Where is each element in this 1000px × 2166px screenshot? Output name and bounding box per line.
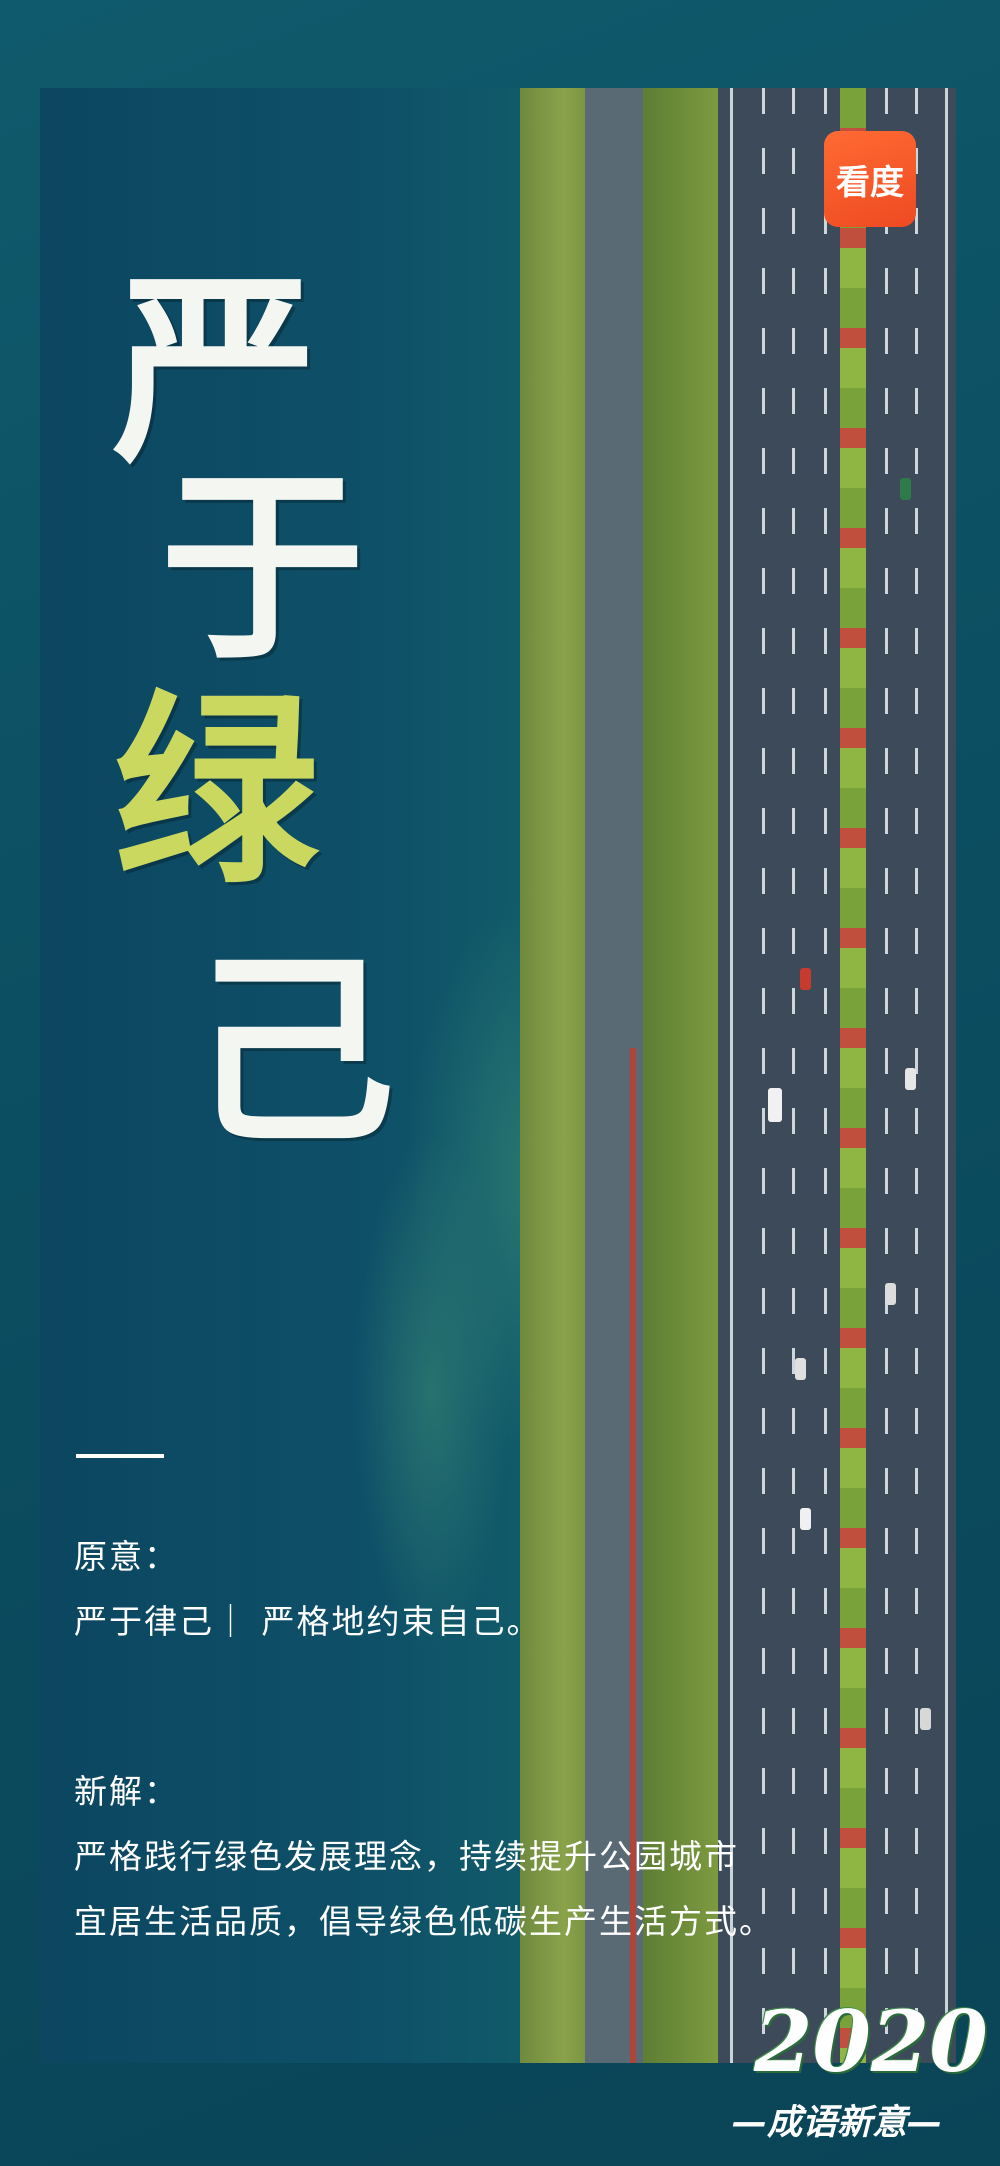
- new-meaning-label: 新解：: [74, 1772, 179, 1811]
- car: [768, 1088, 782, 1122]
- logo: 看度: [824, 131, 916, 227]
- car: [920, 1708, 931, 1730]
- car: [795, 1358, 806, 1380]
- year: 2020: [754, 1992, 988, 2091]
- lane-line: [792, 88, 795, 2063]
- road-edge-line: [730, 88, 733, 2063]
- road-edge-line: [945, 88, 948, 2063]
- car: [900, 478, 911, 500]
- title-char-2: 于: [160, 448, 365, 688]
- title-char-1: 严: [112, 252, 317, 492]
- meaning-text: 严于律己｜ 严格地约束自己。: [74, 1602, 542, 1641]
- new-meaning-line-2: 宜居生活品质，倡导绿色低碳生产生活方式。: [74, 1902, 774, 1941]
- car: [800, 1508, 811, 1530]
- road-median: [840, 88, 866, 2063]
- car: [905, 1068, 916, 1090]
- logo-text: 看度: [836, 162, 904, 203]
- car: [800, 968, 811, 990]
- meaning-label: 原意：: [74, 1537, 179, 1576]
- car: [885, 1283, 896, 1305]
- divider: [76, 1454, 164, 1458]
- new-meaning-line-1: 严格践行绿色发展理念，持续提升公园城市: [74, 1837, 739, 1876]
- park-lawn: [643, 88, 718, 2063]
- lane-line: [824, 88, 827, 2063]
- title-char-3: 绿: [114, 672, 319, 912]
- highway: [718, 88, 956, 2063]
- tagline: —成语新意—: [731, 2103, 942, 2143]
- title-char-4: 己: [190, 932, 395, 1172]
- lane-line: [885, 88, 888, 2063]
- lane-line: [762, 88, 765, 2063]
